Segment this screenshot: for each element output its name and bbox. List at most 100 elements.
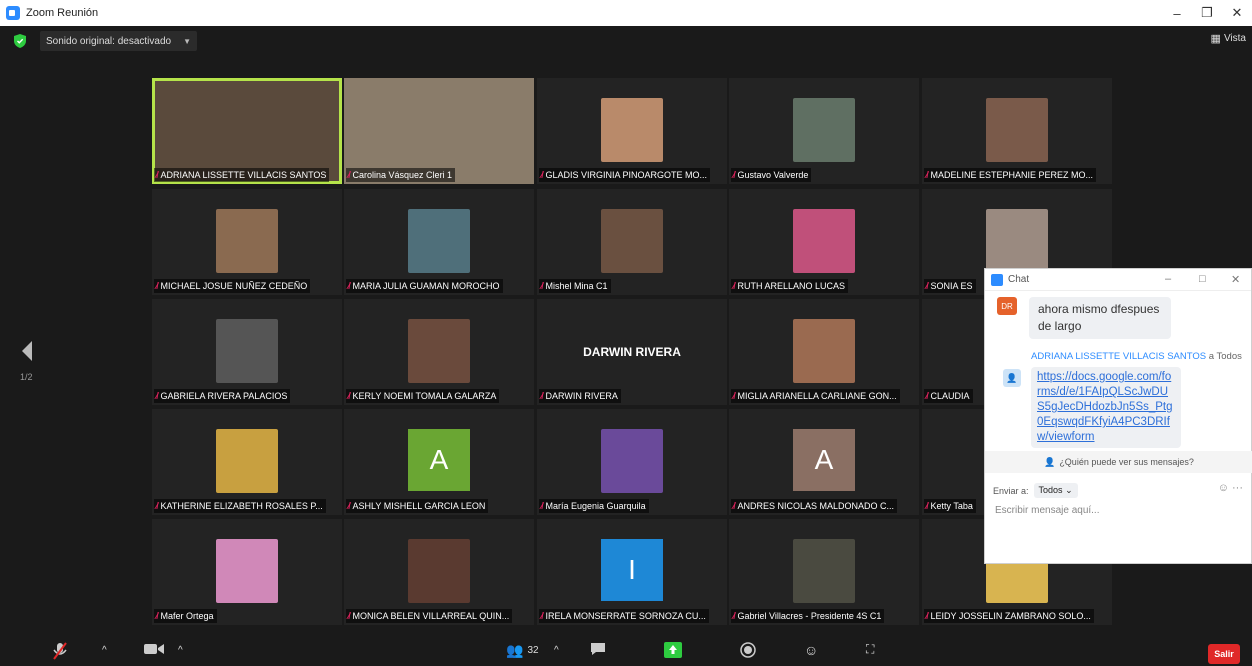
muted-microphone-icon: ⁄̸ xyxy=(541,391,543,401)
participant-tile[interactable]: ⁄̸ Mafer Ortega xyxy=(152,519,342,625)
muted-microphone-icon: ⁄̸ xyxy=(926,391,928,401)
chat-more-options[interactable]: ☺ ··· xyxy=(1218,482,1243,494)
chat-minimize-icon[interactable]: – xyxy=(1165,273,1171,285)
view-button[interactable]: ▦ Vista xyxy=(1211,32,1246,45)
muted-microphone-icon: ⁄̸ xyxy=(156,170,158,180)
participant-photo xyxy=(601,429,663,493)
participant-name-label: ⁄̸ GABRIELA RIVERA PALACIOS xyxy=(154,389,291,403)
participant-tile[interactable]: ⁄̸ Mishel Mina C1 xyxy=(537,189,727,295)
participant-name-label: ⁄̸ LEIDY JOSSELIN ZAMBRANO SOLO... xyxy=(924,609,1094,623)
message-recipient: a Todos xyxy=(1208,351,1242,362)
chat-maximize-icon[interactable]: □ xyxy=(1199,273,1206,285)
participant-name-label: ⁄̸ ADRIANA LISSETTE VILLACIS SANTOS xyxy=(154,168,330,182)
restore-icon[interactable]: ❐ xyxy=(1192,0,1222,26)
zoom-logo-icon xyxy=(6,6,20,20)
participant-name: GABRIELA RIVERA PALACIOS xyxy=(160,391,288,401)
leave-meeting-button[interactable]: Salir xyxy=(1208,644,1240,664)
participant-tile[interactable]: ⁄̸ GABRIELA RIVERA PALACIOS xyxy=(152,299,342,405)
participant-photo xyxy=(408,539,470,603)
muted-microphone-icon: ⁄̸ xyxy=(733,611,735,621)
muted-microphone-icon: ⁄̸ xyxy=(926,281,928,291)
participant-name-label: ⁄̸ RUTH ARELLANO LUCAS xyxy=(731,279,849,293)
muted-microphone-icon: ⁄̸ xyxy=(156,391,158,401)
participant-tile[interactable]: A ⁄̸ ASHLY MISHELL GARCIA LEON xyxy=(344,409,534,515)
record-button[interactable] xyxy=(740,642,756,658)
participant-name: Gabriel Villacres - Presidente 4S C1 xyxy=(737,611,882,621)
emoji-icon[interactable]: ☺ xyxy=(1218,482,1229,494)
muted-microphone-icon: ⁄̸ xyxy=(348,170,350,180)
chat-message: DR ahora mismo dfespues de largo xyxy=(997,297,1171,339)
share-screen-icon xyxy=(664,642,682,658)
participant-tile[interactable]: ⁄̸ GLADIS VIRGINIA PINOARGOTE MO... xyxy=(537,78,727,184)
original-sound-button[interactable]: Sonido original: desactivado ▼ xyxy=(40,31,198,51)
participant-name-label: ⁄̸ Mishel Mina C1 xyxy=(539,279,611,293)
participant-tile[interactable]: A ⁄̸ ANDRES NICOLAS MALDONADO C... xyxy=(729,409,919,515)
share-screen-button[interactable] xyxy=(664,642,682,658)
participant-tile[interactable]: ⁄̸ Gustavo Valverde xyxy=(729,78,919,184)
participant-tile[interactable]: ⁄̸ MONICA BELEN VILLARREAL QUIN... xyxy=(344,519,534,625)
participant-name: María Eugenia Guarquila xyxy=(545,501,646,511)
participant-initial-avatar: A xyxy=(408,429,470,491)
sender-name: ADRIANA LISSETTE VILLACIS SANTOS xyxy=(1031,351,1207,362)
participant-tile[interactable]: ⁄̸ MADELINE ESTEPHANIE PEREZ MO... xyxy=(922,78,1112,184)
participant-video-tile[interactable]: ⁄̸ ADRIANA LISSETTE VILLACIS SANTOS xyxy=(152,78,342,184)
participant-name-label: ⁄̸ CLAUDIA xyxy=(924,389,973,403)
more-icon[interactable]: ··· xyxy=(1232,482,1243,494)
muted-microphone-icon: ⁄̸ xyxy=(156,281,158,291)
muted-microphone-icon: ⁄̸ xyxy=(926,170,928,180)
grid-icon: ▦ xyxy=(1210,33,1221,45)
participant-tile[interactable]: I ⁄̸ IRELA MONSERRATE SORNOZA CU... xyxy=(537,519,727,625)
participant-tile[interactable]: ⁄̸ KERLY NOEMI TOMALA GALARZA xyxy=(344,299,534,405)
chevron-down-icon[interactable]: ▼ xyxy=(183,37,191,46)
participant-video-tile[interactable]: ⁄̸ Carolina Vásquez Cleri 1 xyxy=(344,78,534,184)
participant-tile[interactable]: ⁄̸ KATHERINE ELIZABETH ROSALES P... xyxy=(152,409,342,515)
minimize-icon[interactable]: – xyxy=(1162,0,1192,26)
chat-message-input[interactable]: Escribir mensaje aquí... xyxy=(995,505,1100,516)
participant-name: Mafer Ortega xyxy=(160,611,214,621)
reactions-icon[interactable]: ☺ xyxy=(804,642,818,658)
view-label: Vista xyxy=(1223,33,1246,44)
participant-name: CLAUDIA xyxy=(930,391,970,401)
unmute-button[interactable] xyxy=(52,642,68,660)
participant-tile[interactable]: ⁄̸ RUTH ARELLANO LUCAS xyxy=(729,189,919,295)
participants-icon: 👥 xyxy=(506,642,524,658)
close-icon[interactable]: ✕ xyxy=(1222,0,1252,26)
original-sound-label: Sonido original: desactivado xyxy=(46,35,172,47)
previous-page-icon[interactable] xyxy=(20,340,34,362)
sender-avatar: DR xyxy=(997,297,1017,315)
participant-name: MIGLIA ARIANELLA CARLIANE GON... xyxy=(737,391,897,401)
participant-name: GLADIS VIRGINIA PINOARGOTE MO... xyxy=(545,170,708,180)
participant-tile[interactable]: ⁄̸ María Eugenia Guarquila xyxy=(537,409,727,515)
recipient-dropdown[interactable]: Todos ⌄ xyxy=(1033,483,1078,498)
participant-name: KATHERINE ELIZABETH ROSALES P... xyxy=(160,501,323,511)
muted-microphone-icon: ⁄̸ xyxy=(733,281,735,291)
participant-name: KERLY NOEMI TOMALA GALARZA xyxy=(352,391,497,401)
chevron-down-icon: ⌄ xyxy=(1065,485,1073,495)
participants-button[interactable]: 👥 32 xyxy=(506,642,539,659)
apps-icon[interactable]: ⛶ xyxy=(866,642,874,657)
participant-tile[interactable]: DARWIN RIVERA ⁄̸ DARWIN RIVERA xyxy=(537,299,727,405)
video-options-chevron-icon[interactable]: ^ xyxy=(178,645,183,656)
security-shield-icon[interactable] xyxy=(14,34,26,48)
participant-tile[interactable]: ⁄̸ MIGLIA ARIANELLA CARLIANE GON... xyxy=(729,299,919,405)
participant-tile[interactable]: ⁄̸ MICHAEL JOSUE NUÑEZ CEDEÑO xyxy=(152,189,342,295)
participants-options-chevron-icon[interactable]: ^ xyxy=(554,645,559,656)
participant-tile[interactable]: ⁄̸ Gabriel Villacres - Presidente 4S C1 xyxy=(729,519,919,625)
participant-name-label: ⁄̸ DARWIN RIVERA xyxy=(539,389,621,403)
message-link[interactable]: https://docs.google.com/forms/d/e/1FAIpQ… xyxy=(1031,367,1181,448)
participant-name-label: ⁄̸ ANDRES NICOLAS MALDONADO C... xyxy=(731,499,898,513)
chat-button[interactable] xyxy=(590,642,606,656)
video-button[interactable] xyxy=(144,642,164,656)
participant-name: LEIDY JOSSELIN ZAMBRANO SOLO... xyxy=(930,611,1091,621)
audio-options-chevron-icon[interactable]: ^ xyxy=(102,645,107,656)
chat-close-icon[interactable]: ✕ xyxy=(1231,273,1240,286)
participant-name-label: ⁄̸ Mafer Ortega xyxy=(154,609,217,623)
muted-microphone-icon: ⁄̸ xyxy=(733,391,735,401)
person-icon: 👤 xyxy=(1044,456,1056,467)
muted-microphone-icon: ⁄̸ xyxy=(348,281,350,291)
muted-microphone-icon: ⁄̸ xyxy=(156,611,158,621)
video-camera-icon xyxy=(144,644,164,654)
who-can-see-button[interactable]: 👤 ¿Quién puede ver sus mensajes? xyxy=(985,451,1252,473)
participant-name-label: ⁄̸ MADELINE ESTEPHANIE PEREZ MO... xyxy=(924,168,1097,182)
participant-tile[interactable]: ⁄̸ MARIA JULIA GUAMAN MOROCHO xyxy=(344,189,534,295)
